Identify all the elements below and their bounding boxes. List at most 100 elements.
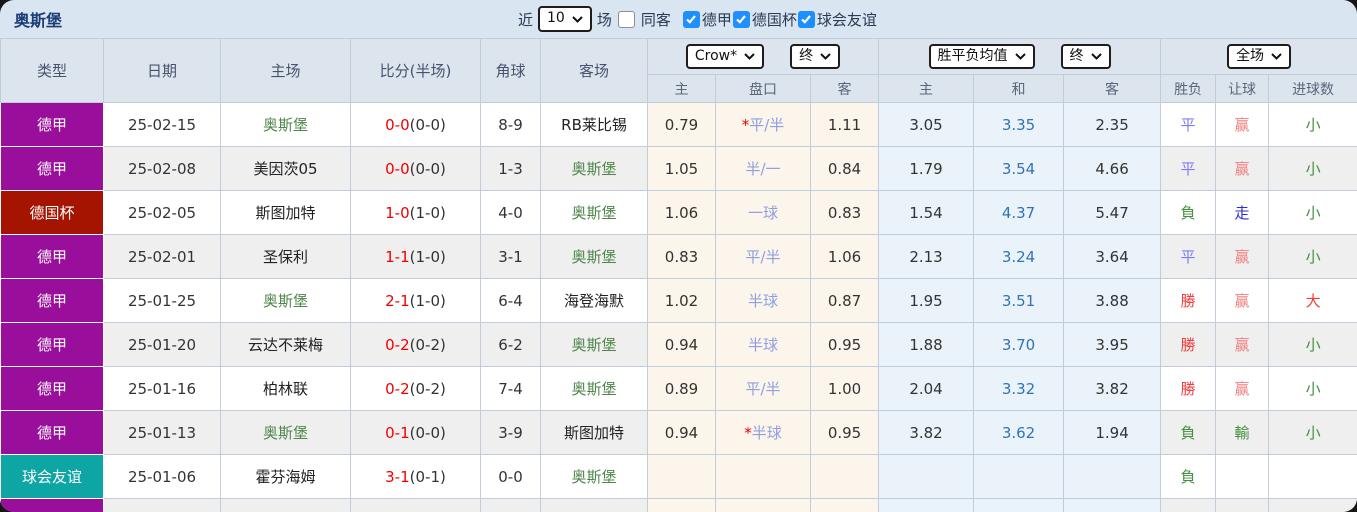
crow-home-odds: 0.94	[647, 322, 716, 367]
home-team: 奥斯堡	[220, 102, 351, 147]
col-header-away: 客场	[540, 38, 648, 103]
filter-label-dejia: 德甲	[701, 10, 732, 29]
league-badge: 德甲	[0, 498, 104, 512]
col-header-score: 比分(半场)	[350, 38, 481, 103]
matches-label: 场	[596, 10, 612, 29]
crow-time-value: 终	[799, 47, 814, 64]
avg-away-odds: 5.47	[1063, 190, 1162, 235]
avg-draw-odds: 4.37	[973, 190, 1065, 235]
result-group-header: 全场	[1160, 38, 1357, 75]
crow-away-odds: 0.86	[809, 498, 880, 512]
sub-header-handicap-result: 让球	[1215, 74, 1270, 103]
corners-cell: 0-0	[480, 454, 541, 499]
filter-checkbox-deguobei[interactable]	[732, 10, 750, 28]
league-badge: 德甲	[0, 366, 104, 411]
table-row: 德甲 25-02-01 圣保利 1-1(1-0) 3-1 奥斯堡 0.83 平/半 1.06 2.…	[0, 234, 1357, 279]
score-cell: 0-0(0-0)	[350, 102, 481, 147]
result-cell: 平	[1160, 234, 1217, 279]
crow-away-odds: 1.11	[809, 102, 880, 147]
score-cell: 3-1(0-1)	[350, 454, 481, 499]
handicap-result-cell: 赢	[1215, 234, 1270, 279]
team-title: 奥斯堡	[14, 11, 63, 30]
handicap-line: 平/半	[715, 366, 811, 411]
avg-draw-odds: 3.54	[973, 146, 1065, 191]
check-icon	[686, 15, 697, 24]
avg-time-select[interactable]: 终	[1060, 43, 1111, 70]
avg-home-odds: 1.88	[878, 322, 975, 367]
filter-checkbox-dejia[interactable]	[682, 10, 700, 28]
crow-away-odds: 0.87	[809, 278, 880, 323]
table-row: 德甲 25-01-25 奥斯堡 2-1(1-0) 6-4 海登海默 1.02 半球 0.87 1.…	[0, 278, 1357, 323]
league-badge: 球会友谊	[0, 454, 104, 499]
same-away-label: 同客	[640, 10, 671, 29]
crow-home-odds: 1.06	[647, 190, 716, 235]
check-icon	[736, 15, 747, 24]
away-team: 奥斯堡	[540, 234, 648, 279]
avg-away-odds: 3.95	[1063, 322, 1162, 367]
avg-home-odds: 2.04	[878, 366, 975, 411]
avg-draw-odds: 3.24	[973, 234, 1065, 279]
scope-value: 全场	[1236, 47, 1265, 64]
crow-group-header: Crow* 终	[646, 38, 880, 75]
crow-company-select[interactable]: Crow*	[685, 43, 765, 70]
same-away-checkbox[interactable]	[617, 10, 635, 28]
home-team: 柏林联	[220, 366, 351, 411]
away-team: 斯图加特	[540, 410, 648, 455]
corners-cell: 6-4	[480, 278, 541, 323]
crow-home-odds: 0.94	[647, 410, 716, 455]
result-cell: 負	[1160, 410, 1217, 455]
crow-time-select[interactable]: 终	[790, 43, 841, 70]
crow-home-odds: 0.83	[647, 234, 716, 279]
filter-label-qiuhuiyouyi: 球会友谊	[816, 10, 877, 29]
match-date: 25-02-05	[103, 190, 221, 235]
table-row: 德甲 25-01-13 奥斯堡 0-1(0-0) 3-9 斯图加特 0.94 *半球 0.95 3…	[0, 410, 1357, 455]
score-cell: 0-0(0-0)	[350, 146, 481, 191]
table-row: 德甲 25-02-15 奥斯堡 0-0(0-0) 8-9 RB莱比锡 0.79 *平/半 1.1…	[0, 102, 1357, 147]
goals-cell: 小	[1268, 322, 1357, 367]
away-team: 奥斯堡	[540, 498, 648, 512]
handicap-result-cell: 赢	[1215, 146, 1270, 191]
filter-checkbox-qiuhuiyouyi[interactable]	[797, 10, 815, 28]
goals-cell: 小	[1268, 366, 1357, 411]
crow-company-value: Crow*	[694, 47, 738, 64]
score-cell: 5-1(4-1)	[350, 498, 481, 512]
goals-cell: 小	[1268, 190, 1357, 235]
filter-controls: 近 10 场 同客 德甲 德国杯 球会友谊	[513, 0, 877, 38]
league-badge: 德甲	[0, 146, 104, 191]
handicap-line: 半/一	[715, 146, 811, 191]
avg-home-odds: 3.05	[878, 102, 975, 147]
crow-home-odds: 0.79	[647, 102, 716, 147]
scope-select[interactable]: 全场	[1227, 43, 1292, 70]
handicap-result-cell: 走	[1215, 190, 1270, 235]
avg-draw-odds: 3.35	[973, 102, 1065, 147]
crow-away-odds: 0.83	[809, 190, 880, 235]
score-cell: 1-0(1-0)	[350, 190, 481, 235]
league-badge: 德甲	[0, 234, 104, 279]
match-history-table: 类型 日期 主场 比分(半场) 角球 客场 Crow* 终 胜平负均值 终 全场…	[0, 38, 1357, 512]
avg-home-odds: 3.82	[878, 410, 975, 455]
sub-header-avg-draw: 和	[973, 74, 1065, 103]
result-cell: 勝	[1160, 322, 1217, 367]
avg-away-odds: 1.94	[1063, 410, 1162, 455]
crow-away-odds	[809, 454, 880, 499]
table-row: 德甲 25-01-20 云达不莱梅 0-2(0-2) 6-2 奥斯堡 0.94 半球 0.95 1…	[0, 322, 1357, 367]
goals-cell: 大	[1268, 498, 1357, 512]
odds-history-panel: 奥斯堡 近 10 场 同客 德甲 德国杯 球会友谊 类型 日期 主场 比分(半场…	[0, 0, 1357, 512]
recent-label: 近	[518, 10, 534, 29]
avg-type-select[interactable]: 胜平负均值	[928, 43, 1035, 70]
league-badge: 德甲	[0, 410, 104, 455]
match-rows: 德甲 25-02-15 奥斯堡 0-0(0-0) 8-9 RB莱比锡 0.79 *平/半 1.1…	[0, 102, 1357, 512]
avg-away-odds: 3.82	[1063, 366, 1162, 411]
match-date: 25-01-25	[103, 278, 221, 323]
handicap-line: 平/半	[715, 234, 811, 279]
handicap-line: *平/半	[715, 498, 811, 512]
crow-home-odds: 0.89	[647, 366, 716, 411]
sub-header-goals: 进球数	[1268, 74, 1357, 103]
avg-draw-odds	[973, 454, 1065, 499]
table-row: 德甲 25-02-08 美因茨05 0-0(0-0) 1-3 奥斯堡 1.05 半/一 0.84…	[0, 146, 1357, 191]
crow-away-odds: 1.06	[809, 234, 880, 279]
recent-count-select[interactable]: 10	[538, 6, 592, 32]
corners-cell: 6-2	[480, 322, 541, 367]
crow-away-odds: 0.95	[809, 322, 880, 367]
avg-home-odds: 2.13	[878, 234, 975, 279]
